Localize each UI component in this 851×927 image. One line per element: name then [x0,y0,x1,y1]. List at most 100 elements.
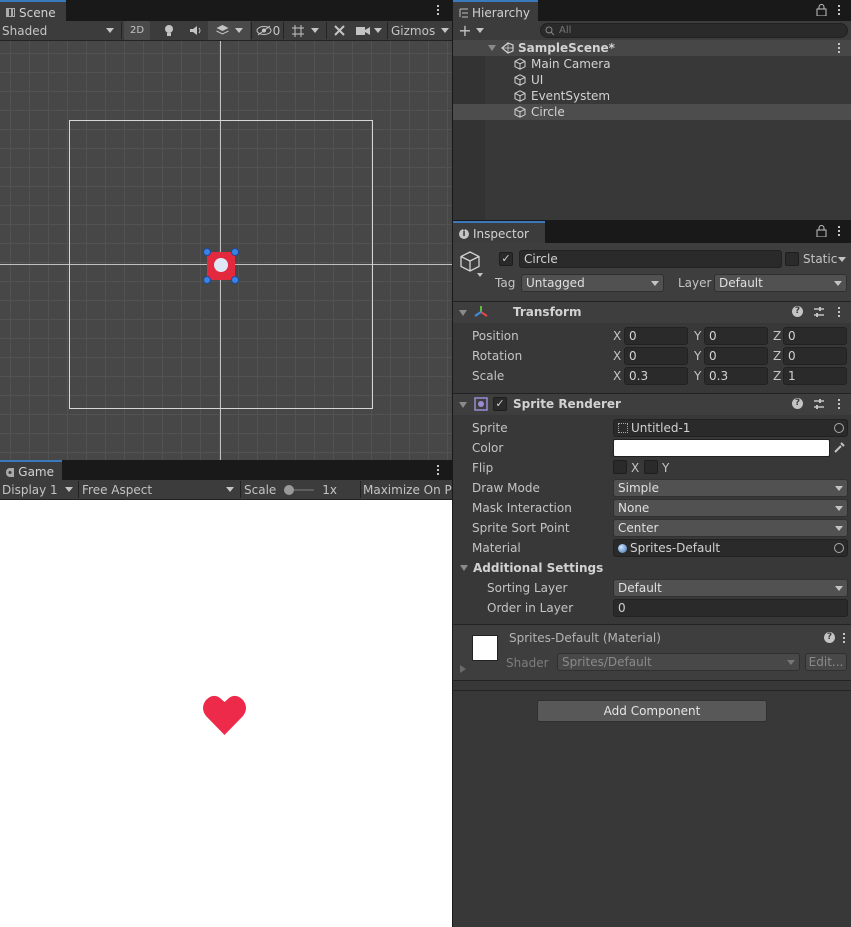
lock-icon[interactable] [816,225,827,237]
static-dropdown-icon[interactable] [838,257,846,262]
sprite-renderer-enabled-checkbox[interactable]: ✓ [493,397,507,411]
axis-z-label[interactable]: Z [773,329,781,343]
toggle-2d-button[interactable]: 2D [124,21,150,40]
audio-toggle[interactable] [184,21,206,40]
axis-y-label[interactable]: Y [694,329,701,343]
tag-dropdown[interactable]: Untagged [521,274,664,292]
lock-icon[interactable] [816,4,827,16]
rect-handle-bottom-right[interactable] [231,276,239,284]
expand-arrow-icon[interactable] [488,45,496,51]
shader-dropdown[interactable]: Sprites/Default [557,653,800,671]
tab-hierarchy[interactable]: Hierarchy [453,0,538,21]
help-icon[interactable]: ? [792,398,803,409]
axis-y-label[interactable]: Y [694,349,701,363]
edit-shader-button[interactable]: Edit... [805,653,847,671]
panel-splitter-vertical[interactable] [452,0,453,927]
rect-handle-bottom-left[interactable] [203,276,211,284]
sprite-renderer-header[interactable]: ✓ Sprite Renderer ? [453,393,851,415]
rotation-x-field[interactable]: 0 [624,347,688,365]
rect-handle-top-left[interactable] [203,248,211,256]
object-picker-icon[interactable] [834,423,844,433]
transform-header[interactable]: Transform ? [453,301,851,323]
position-z-field[interactable]: 0 [783,327,847,345]
scale-slider-thumb[interactable] [284,484,295,495]
presets-icon[interactable] [813,306,825,318]
effects-dropdown[interactable] [208,21,250,40]
transform-menu-icon[interactable] [833,305,845,319]
color-swatch-field[interactable] [613,439,830,457]
axis-z-label[interactable]: Z [773,369,781,383]
create-dropdown[interactable]: + [457,21,485,40]
material-menu-icon[interactable] [838,631,850,645]
layer-dropdown[interactable]: Default [714,274,847,292]
hierarchy-scene-row[interactable]: SampleScene* [453,40,851,56]
maximize-on-play-toggle[interactable]: Maximize On Pl [363,480,452,499]
lighting-toggle[interactable] [158,21,180,40]
scale-control[interactable]: Scale 1x [244,480,358,499]
draw-mode-dropdown[interactable]: Simple [613,479,848,497]
hidden-objects-toggle[interactable]: 0 [254,21,282,40]
axis-x-label[interactable]: X [613,349,621,363]
object-name-field[interactable]: Circle [519,250,782,268]
collapse-arrow-icon[interactable] [459,310,467,316]
hierarchy-item-circle[interactable]: Circle [453,104,851,120]
order-in-layer-field[interactable]: 0 [613,599,848,617]
static-checkbox[interactable] [785,252,799,266]
scale-z-field[interactable]: 1 [783,367,847,385]
help-icon[interactable]: ? [792,306,803,317]
eyedropper-icon[interactable] [833,441,846,454]
hierarchy-search-input[interactable] [559,25,839,36]
tab-inspector[interactable]: i Inspector [453,221,545,243]
axis-y-label[interactable]: Y [694,369,701,383]
aspect-dropdown[interactable]: Free Aspect [80,480,238,499]
object-active-checkbox[interactable]: ✓ [499,252,513,266]
axis-x-label[interactable]: X [613,369,621,383]
hierarchy-item-main-camera[interactable]: Main Camera [453,56,851,72]
tools-button[interactable] [328,21,350,40]
scale-x-field[interactable]: 0.3 [624,367,688,385]
hierarchy-menu-icon[interactable] [833,3,845,17]
axis-x-label[interactable]: X [613,329,621,343]
additional-settings-foldout[interactable]: Additional Settings [473,561,603,575]
object-picker-icon[interactable] [834,543,844,553]
camera-dropdown[interactable] [352,21,386,40]
tab-game[interactable]: Game [0,460,62,480]
selected-circle-object[interactable] [203,248,239,284]
rotation-z-field[interactable]: 0 [783,347,847,365]
collapse-arrow-icon[interactable] [459,402,467,408]
expand-arrow-icon[interactable] [460,665,466,673]
rect-handle-top-right[interactable] [231,248,239,256]
hierarchy-item-eventsystem[interactable]: EventSystem [453,88,851,104]
mask-interaction-dropdown[interactable]: None [613,499,848,517]
scene-row-menu-icon[interactable] [833,41,845,55]
hierarchy-search[interactable] [540,23,848,38]
scene-viewport[interactable] [0,41,452,460]
add-component-button[interactable]: Add Component [537,700,767,722]
sprite-renderer-menu-icon[interactable] [833,397,845,411]
gizmos-dropdown[interactable]: Gizmos [389,21,452,40]
grid-dropdown[interactable] [285,21,325,40]
sprite-object-field[interactable]: Untitled-1 [613,419,848,437]
inspector-menu-icon[interactable] [833,224,845,238]
presets-icon[interactable] [813,398,825,410]
position-y-field[interactable]: 0 [704,327,768,345]
game-viewport[interactable] [0,500,452,927]
rotation-y-field[interactable]: 0 [704,347,768,365]
scene-menu-icon[interactable] [432,3,444,17]
gameobject-cube-icon[interactable] [459,250,485,278]
help-icon[interactable]: ? [824,632,835,643]
game-menu-icon[interactable] [432,463,444,477]
display-dropdown[interactable]: Display 1 [0,480,76,499]
axis-z-label[interactable]: Z [773,349,781,363]
position-x-field[interactable]: 0 [624,327,688,345]
material-object-field[interactable]: Sprites-Default [613,539,848,557]
additional-settings-arrow-icon[interactable] [460,565,468,571]
scale-y-field[interactable]: 0.3 [704,367,768,385]
tab-scene[interactable]: Scene [0,0,66,21]
flip-x-checkbox[interactable] [613,460,627,474]
flip-y-checkbox[interactable] [644,460,658,474]
sprite-sort-point-dropdown[interactable]: Center [613,519,848,537]
scale-slider[interactable] [284,484,315,495]
sorting-layer-dropdown[interactable]: Default [613,579,848,597]
hierarchy-item-ui[interactable]: UI [453,72,851,88]
